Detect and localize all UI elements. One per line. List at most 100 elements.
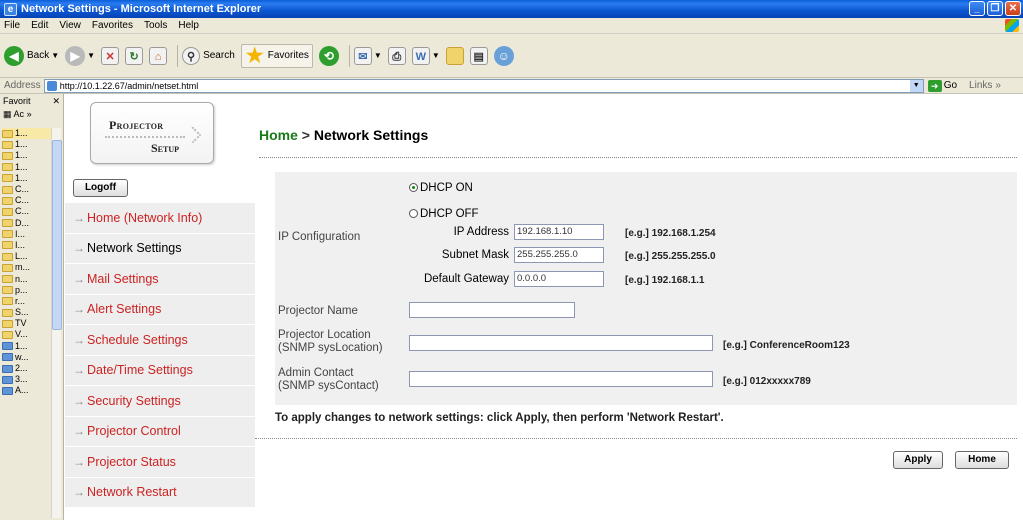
page-icon (2, 386, 13, 395)
close-button[interactable]: ✕ (1005, 1, 1021, 16)
research-button[interactable]: ▤ (469, 46, 488, 65)
menu-tools[interactable]: Tools (144, 20, 167, 31)
favorites-item[interactable]: w... (2, 352, 52, 363)
nav-security-settings[interactable]: → Security Settings (65, 386, 255, 417)
favorites-item[interactable]: I... (2, 240, 52, 251)
admin-contact-example: [e.g.] 012xxxxx789 (723, 376, 811, 387)
ip-address-input[interactable]: 192.168.1.10 (514, 224, 604, 240)
search-button[interactable]: ⚲ Search (182, 46, 235, 65)
menu-favorites[interactable]: Favorites (92, 20, 133, 31)
close-pane-icon[interactable]: ✕ (52, 96, 60, 106)
menu-file[interactable]: File (4, 20, 20, 31)
mail-button[interactable]: ✉ ▼ (353, 46, 382, 65)
projector-location-input[interactable] (409, 335, 713, 351)
default-gateway-input[interactable]: 0.0.0.0 (514, 271, 604, 287)
favorites-item[interactable]: n... (2, 273, 52, 284)
back-arrow-icon: ◀ (4, 45, 24, 66)
projector-name-input[interactable] (409, 302, 575, 318)
page-content: Projector Setup Logoff → Home (Network In… (65, 94, 1023, 520)
default-gateway-example: [e.g.] 192.168.1.1 (625, 275, 705, 286)
ip-address-example: [e.g.] 192.168.1.254 (625, 228, 716, 239)
favorites-button[interactable]: ★ Favorites (240, 43, 313, 68)
favorites-item[interactable]: D... (2, 218, 52, 229)
favorites-item[interactable]: C... (2, 206, 52, 217)
arrow-right-icon: → (73, 393, 85, 408)
nav-mail-settings[interactable]: → Mail Settings (65, 264, 255, 295)
logoff-button[interactable]: Logoff (73, 179, 128, 197)
breadcrumb-home-link[interactable]: Home (259, 127, 298, 143)
add-favorite-icon[interactable]: ▦ (3, 109, 12, 119)
windows-logo-icon (1005, 19, 1019, 32)
projector-location-example: [e.g.] ConferenceRoom123 (723, 340, 850, 351)
go-button[interactable]: ➜ Go (927, 79, 957, 92)
stop-icon: ✕ (101, 46, 120, 65)
forward-button[interactable]: ▶ ▼ (65, 45, 95, 66)
favorites-item[interactable]: 1... (2, 162, 52, 173)
arrow-right-icon: → (73, 332, 85, 347)
dhcp-on-option[interactable]: DHCP ON (409, 182, 473, 194)
favorites-item[interactable]: 1... (2, 150, 52, 161)
refresh-button[interactable]: ↻ (125, 46, 144, 65)
minimize-button[interactable]: _ (969, 1, 985, 16)
refresh-icon: ↻ (125, 46, 144, 65)
maximize-button[interactable]: ❐ (987, 1, 1003, 16)
favorites-item[interactable]: L... (2, 251, 52, 262)
menu-help[interactable]: Help (178, 20, 199, 31)
favorites-item[interactable]: m... (2, 262, 52, 273)
back-button[interactable]: ◀ Back ▼ (4, 45, 59, 66)
menu-bar: File Edit View Favorites Tools Help (0, 18, 1023, 34)
nav-projector-status[interactable]: → Projector Status (65, 447, 255, 478)
dhcp-on-radio[interactable] (409, 183, 418, 192)
scroll-thumb[interactable] (52, 140, 62, 330)
subnet-mask-input[interactable]: 255.255.255.0 (514, 247, 604, 263)
edit-button[interactable]: W ▼ (411, 46, 440, 65)
favorites-item[interactable]: A... (2, 385, 52, 396)
ie-logo-icon: e (4, 2, 17, 16)
nav-date-time-settings[interactable]: → Date/Time Settings (65, 356, 255, 386)
favorites-item[interactable]: r... (2, 296, 52, 307)
home-button[interactable]: Home (955, 451, 1009, 469)
favorites-item[interactable]: 1... (2, 139, 52, 150)
print-button[interactable]: ⎙ (387, 46, 406, 65)
nav-schedule-settings[interactable]: → Schedule Settings (65, 325, 255, 356)
favorites-item[interactable]: C... (2, 184, 52, 195)
address-input[interactable]: http://10.1.22.67/admin/netset.html ▼ (43, 78, 924, 93)
favorites-item[interactable]: S... (2, 307, 52, 318)
nav-alert-settings[interactable]: → Alert Settings (65, 295, 255, 325)
stop-button[interactable]: ✕ (101, 46, 120, 65)
favorites-item[interactable]: 1... (2, 173, 52, 184)
messenger-button[interactable]: ☺ (493, 45, 514, 66)
folder-icon (2, 140, 13, 149)
edit-icon: W (411, 46, 430, 65)
nav-home-network-info[interactable]: → Home (Network Info) (65, 203, 255, 234)
dhcp-off-option[interactable]: DHCP OFF (409, 208, 479, 220)
admin-contact-input[interactable] (409, 371, 713, 387)
favorites-item[interactable]: 3... (2, 374, 52, 385)
links-button[interactable]: Links (969, 80, 992, 91)
apply-button[interactable]: Apply (893, 451, 943, 469)
favorites-item[interactable]: p... (2, 285, 52, 296)
favorites-item[interactable]: 1... (2, 341, 52, 352)
favorites-item[interactable]: 1... (2, 128, 52, 140)
nav-projector-control[interactable]: → Projector Control (65, 417, 255, 447)
favorites-item[interactable]: V... (2, 329, 52, 340)
nav-network-restart[interactable]: → Network Restart (65, 478, 255, 508)
chevron-right-icon[interactable]: » (27, 109, 32, 119)
address-dropdown-icon[interactable]: ▼ (909, 79, 923, 92)
admin-contact-label: Admin Contact (SNMP sysContact) (278, 367, 379, 392)
favorites-item[interactable]: 2... (2, 363, 52, 374)
chevron-right-icon[interactable]: » (995, 80, 1001, 91)
favorites-item[interactable]: TV (2, 318, 52, 329)
favorites-scrollbar[interactable] (51, 128, 62, 518)
menu-view[interactable]: View (59, 20, 81, 31)
home-toolbar-button[interactable]: ⌂ (149, 46, 168, 65)
window-controls: _ ❐ ✕ (969, 1, 1021, 16)
nav-network-settings[interactable]: → Network Settings (65, 234, 255, 264)
dhcp-off-radio[interactable] (409, 209, 418, 218)
favorites-item[interactable]: C... (2, 195, 52, 206)
history-button[interactable]: ⟲ (318, 45, 339, 66)
folder-button[interactable] (445, 46, 464, 65)
favorites-item[interactable]: I... (2, 229, 52, 240)
menu-edit[interactable]: Edit (31, 20, 48, 31)
favorites-pane: Favorit ✕ ▦ Ac » 1... 1... 1... 1... 1... C..… (0, 94, 64, 520)
